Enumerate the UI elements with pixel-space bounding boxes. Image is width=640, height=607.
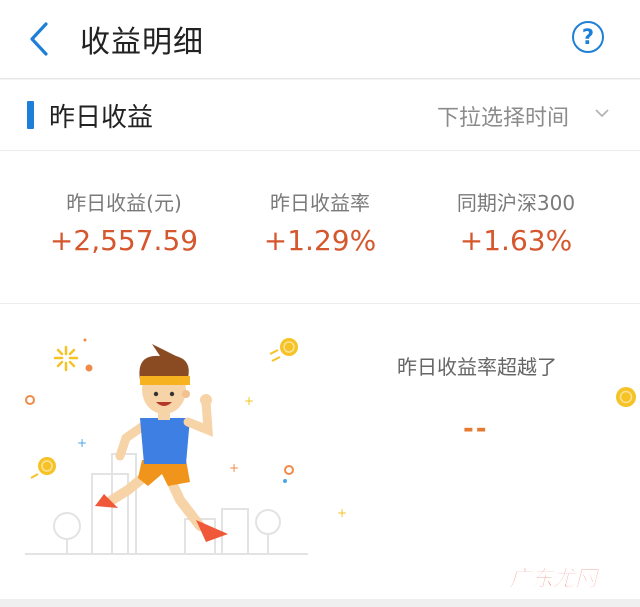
time-select-dropdown[interactable]: 下拉选择时间 [437, 100, 569, 132]
runner-illustration: + + + + [25, 338, 636, 555]
runner-character [95, 344, 228, 542]
page-title: 收益明细 [80, 25, 204, 60]
svg-text:+: + [77, 436, 87, 450]
stat-label: 同期沪深300 [456, 191, 576, 215]
coin-icon [30, 457, 56, 479]
section-accent-bar [27, 101, 34, 129]
svg-text:+: + [337, 506, 347, 520]
coin-icon [616, 387, 636, 407]
ranking-label: 昨日收益率超越了 [397, 355, 557, 379]
svg-text:+: + [244, 394, 254, 408]
coin-icon [269, 338, 298, 362]
stat-value: +2,557.59 [49, 224, 199, 257]
bottom-divider [0, 599, 640, 607]
watermark-logo: 广东龙网 [509, 566, 601, 592]
stat-value: +1.29% [263, 224, 377, 257]
ranking-value: -- [463, 414, 489, 444]
sparkle-burst [53, 345, 79, 372]
stat-yesterday-earnings: 昨日收益(元) +2,557.59 [14, 187, 234, 257]
stat-value: +1.63% [459, 224, 573, 257]
stat-label: 昨日收益率 [270, 191, 370, 215]
stat-yesterday-rate: 昨日收益率 +1.29% [210, 187, 430, 257]
stats-row: 昨日收益(元) +2,557.59 昨日收益率 +1.29% 同期沪深300 +… [0, 151, 640, 304]
stat-hs300: 同期沪深300 +1.63% [406, 187, 626, 257]
svg-text:广东龙网: 广东龙网 [509, 566, 600, 592]
ranking-panel: + + + + 昨日收益率超越了 -- [0, 304, 640, 599]
svg-text:+: + [229, 461, 239, 475]
section-title: 昨日收益 [49, 103, 154, 133]
top-nav-bar: 收益明细 ? [0, 0, 640, 79]
help-question-icon[interactable]: ? [572, 21, 604, 53]
stat-label: 昨日收益(元) [66, 191, 182, 215]
back-chevron-icon[interactable] [22, 20, 56, 58]
section-header: 昨日收益 下拉选择时间 [0, 80, 640, 151]
chevron-down-icon[interactable] [594, 107, 610, 119]
